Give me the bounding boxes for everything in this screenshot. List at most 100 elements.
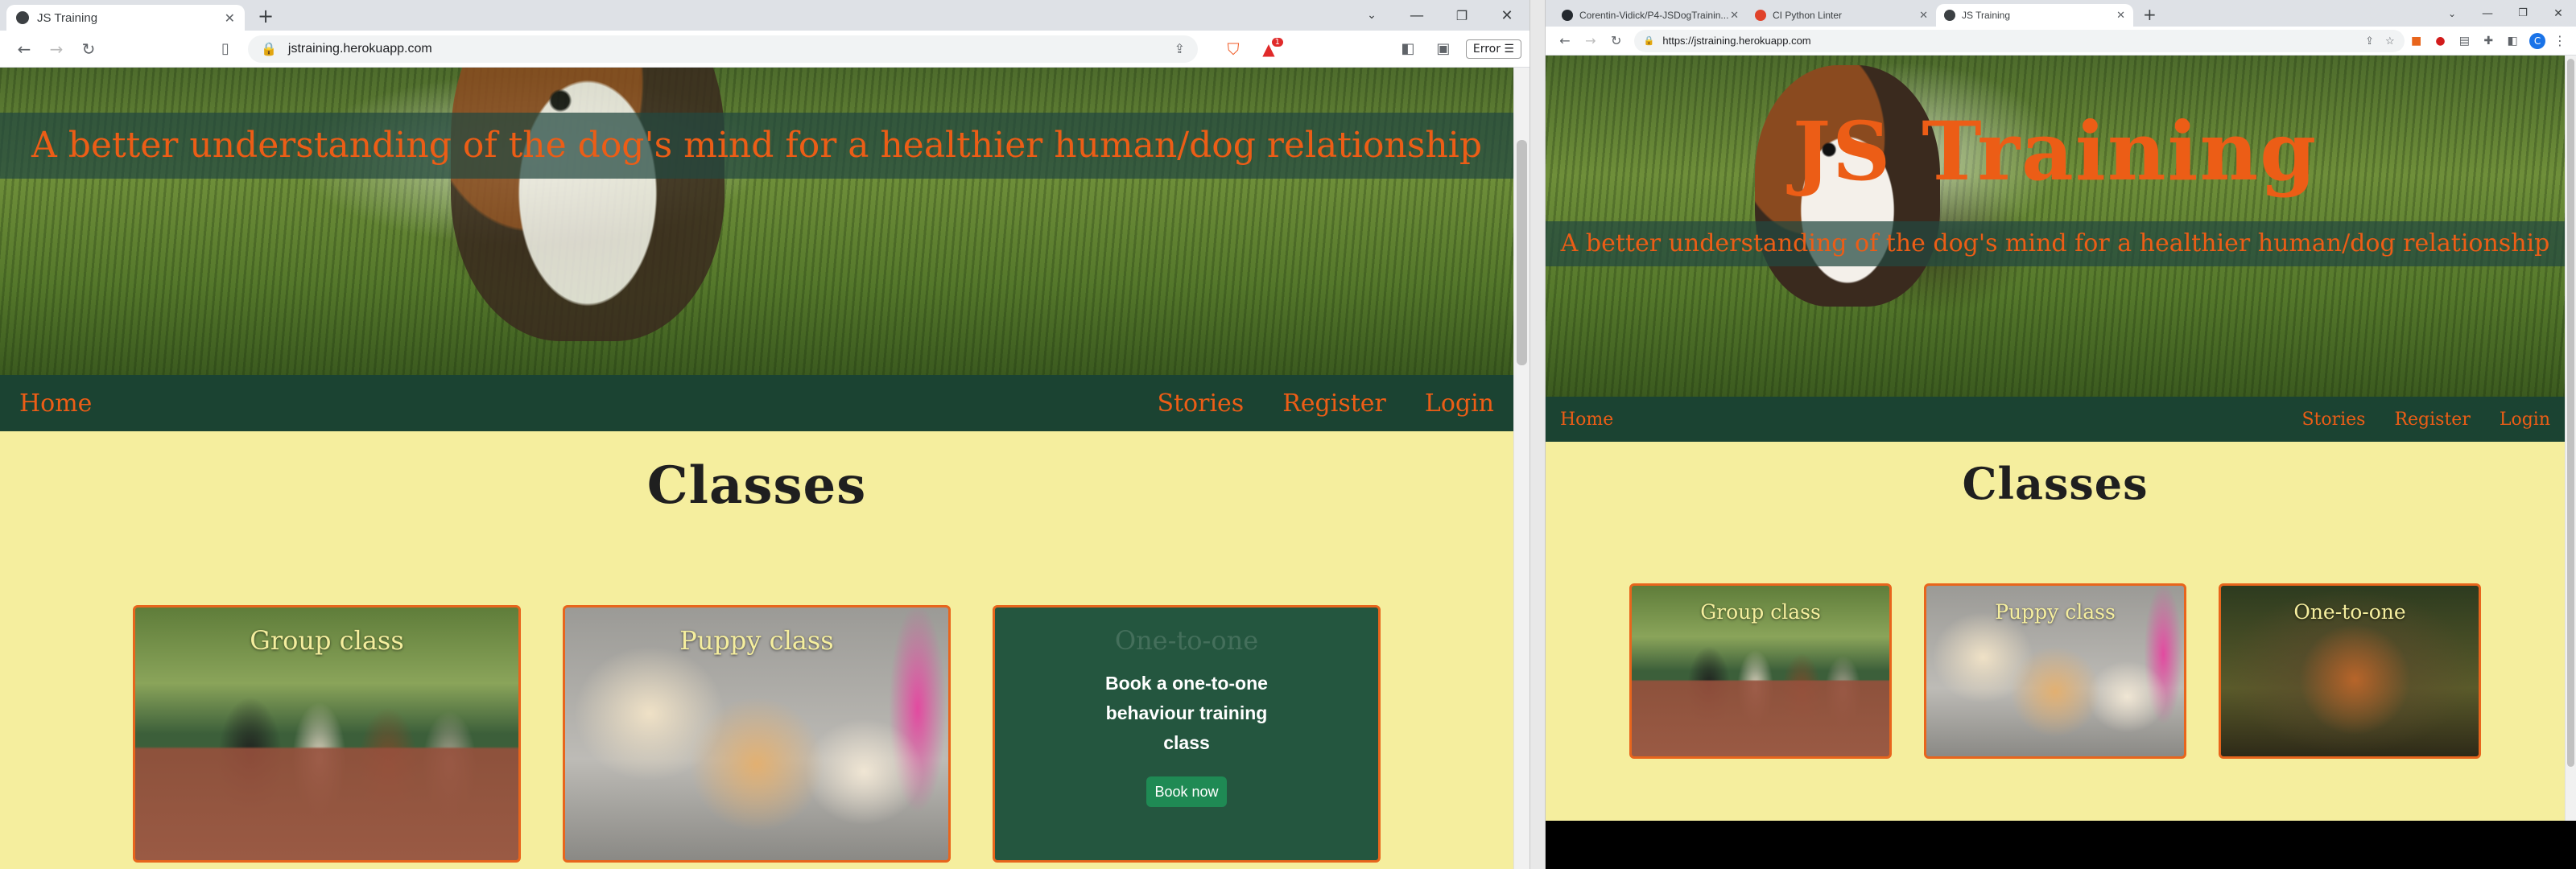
card-title: Group class xyxy=(1700,600,1821,624)
class-card-puppy[interactable]: Puppy class xyxy=(1924,583,2186,759)
card-title: One-to-one xyxy=(2293,600,2406,624)
tab-search-icon[interactable]: ⌄ xyxy=(1349,9,1394,22)
nav-stories-link[interactable]: Stories xyxy=(1157,389,1244,418)
close-icon[interactable]: ✕ xyxy=(1484,7,1530,24)
book-now-button[interactable]: Book now xyxy=(1146,776,1227,807)
nav-stories-link[interactable]: Stories xyxy=(2301,410,2365,430)
error-label: Error xyxy=(1472,42,1501,56)
sidebar-icon[interactable]: ◧ xyxy=(1390,40,1426,57)
nav-register-link[interactable]: Register xyxy=(2394,410,2470,430)
close-icon[interactable]: ✕ xyxy=(2541,7,2576,20)
wallet-icon[interactable]: ▣ xyxy=(1426,40,1461,57)
tagline: A better understanding of the dog's mind… xyxy=(1560,229,2550,257)
extension-icon[interactable]: ▤ xyxy=(2452,35,2476,47)
hero-banner: A better understanding of the dog's mind… xyxy=(0,68,1513,375)
bookmark-icon[interactable]: ▯ xyxy=(209,40,242,57)
tab-js-training[interactable]: JS Training ✕ xyxy=(1936,4,2133,27)
reload-icon[interactable]: ↻ xyxy=(72,39,105,59)
scrollbar-thumb[interactable] xyxy=(2567,59,2574,767)
nav-home-link[interactable]: Home xyxy=(19,389,92,418)
classes-heading: Classes xyxy=(646,455,867,516)
dog-photo xyxy=(451,68,724,341)
class-card-one-to-one-hover[interactable]: One-to-one Book a one-to-one behaviour t… xyxy=(993,605,1381,863)
tab-github[interactable]: Corentin-Vidick/P4-JSDogTrainin... ✕ xyxy=(1554,4,1747,27)
class-card-puppy[interactable]: Puppy class xyxy=(563,605,951,863)
close-icon[interactable]: ✕ xyxy=(1730,10,1739,22)
nav-register-link[interactable]: Register xyxy=(1282,389,1386,418)
card-title: Puppy class xyxy=(1995,600,2116,624)
reload-icon[interactable]: ↻ xyxy=(1604,33,1629,48)
card-description-line: behaviour training xyxy=(1105,702,1268,723)
minimize-icon[interactable]: — xyxy=(1394,7,1439,24)
maximize-icon[interactable]: ❐ xyxy=(1439,8,1484,23)
window-divider xyxy=(1530,0,1546,869)
tagline-band: A better understanding of the dog's mind… xyxy=(0,113,1513,179)
main-nav: Home Stories Register Login xyxy=(1546,397,2565,442)
left-browser-window: JS Training ✕ + ⌄ — ❐ ✕ ← → ↻ ▯ 🔒 jstrai… xyxy=(0,0,1530,869)
class-card-group[interactable]: Group class xyxy=(133,605,521,863)
tab-search-icon[interactable]: ⌄ xyxy=(2434,8,2470,19)
close-icon[interactable]: ✕ xyxy=(1919,10,1928,22)
page-scrollbar[interactable] xyxy=(2565,56,2576,821)
profile-avatar[interactable]: C xyxy=(2529,32,2546,49)
classes-cards: Group class Puppy class One-to-one Book … xyxy=(0,605,1513,863)
nav-login-link[interactable]: Login xyxy=(2500,410,2550,430)
card-description-line: class xyxy=(1163,732,1210,753)
card-title: One-to-one xyxy=(1114,625,1259,656)
extensions-icon[interactable]: ✚ xyxy=(2476,35,2500,47)
ci-linter-icon xyxy=(1755,10,1766,21)
error-button[interactable]: Error ☰ xyxy=(1465,39,1521,59)
more-icon[interactable]: ⋮ xyxy=(2550,33,2570,48)
tagline-band: A better understanding of the dog's mind… xyxy=(1546,221,2565,266)
brave-shield-icon[interactable]: ⛉ xyxy=(1216,39,1251,59)
card-title: Puppy class xyxy=(679,625,834,656)
card-description-line: Book a one-to-one xyxy=(1105,673,1268,694)
extension-icon[interactable]: ● xyxy=(2429,35,2453,47)
new-tab-button[interactable]: + xyxy=(245,5,287,31)
notification-badge: 1 xyxy=(1271,37,1283,47)
nav-home-link[interactable]: Home xyxy=(1560,410,1613,430)
address-bar[interactable]: 🔒 https://jstraining.herokuapp.com ⇪ ☆ xyxy=(1633,29,2405,52)
close-icon[interactable]: ✕ xyxy=(2116,10,2125,22)
tagline: A better understanding of the dog's mind… xyxy=(31,125,1482,166)
right-browser-window: Corentin-Vidick/P4-JSDogTrainin... ✕ CI … xyxy=(1546,0,2576,869)
extension-icon[interactable]: ■ xyxy=(2405,35,2429,47)
site-title: JS Training xyxy=(1792,104,2318,199)
right-webpage: JS Training A better understanding of th… xyxy=(1546,56,2565,821)
left-tab-strip: JS Training ✕ + ⌄ — ❐ ✕ xyxy=(0,0,1530,31)
class-card-group[interactable]: Group class xyxy=(1629,583,1892,759)
scrollbar-thumb[interactable] xyxy=(1517,140,1527,365)
sidebar-icon[interactable]: ◧ xyxy=(2500,35,2524,47)
minimize-icon[interactable]: — xyxy=(2470,7,2505,20)
forward-arrow-icon[interactable]: → xyxy=(1578,33,1604,48)
left-toolbar: ← → ↻ ▯ 🔒 jstraining.herokuapp.com ⇪ ⛉ ▲… xyxy=(0,31,1530,68)
tab-js-training[interactable]: JS Training ✕ xyxy=(6,5,245,31)
maximize-icon[interactable]: ❐ xyxy=(2505,7,2541,19)
back-arrow-icon[interactable]: ← xyxy=(1552,33,1578,48)
class-card-one-to-one[interactable]: One-to-one xyxy=(2219,583,2481,759)
page-scrollbar[interactable] xyxy=(1513,68,1530,869)
nav-login-link[interactable]: Login xyxy=(1425,389,1494,418)
close-icon[interactable]: ✕ xyxy=(225,10,235,26)
hero-banner: JS Training A better understanding of th… xyxy=(1546,56,2565,397)
window-controls: ⌄ — ❐ ✕ xyxy=(1349,0,1530,31)
tab-title: CI Python Linter xyxy=(1773,10,1843,21)
back-arrow-icon[interactable]: ← xyxy=(8,39,40,59)
github-icon xyxy=(1562,10,1573,21)
forward-arrow-icon[interactable]: → xyxy=(40,39,72,59)
share-icon[interactable]: ⇪ xyxy=(1174,41,1185,57)
url-text: jstraining.herokuapp.com xyxy=(287,41,432,56)
site-favicon-icon xyxy=(1944,10,1955,21)
new-tab-button[interactable]: + xyxy=(2133,5,2166,27)
tab-ci-python-linter[interactable]: CI Python Linter ✕ xyxy=(1747,4,1936,27)
address-bar[interactable]: 🔒 jstraining.herokuapp.com ⇪ xyxy=(248,35,1198,63)
tab-title: JS Training xyxy=(37,10,98,25)
brave-rewards-icon[interactable]: ▲ 1 xyxy=(1251,37,1286,59)
star-icon[interactable]: ☆ xyxy=(2385,35,2395,47)
classes-cards: Group class Puppy class One-to-one xyxy=(1546,583,2565,759)
left-webpage: A better understanding of the dog's mind… xyxy=(0,68,1513,869)
url-text: https://jstraining.herokuapp.com xyxy=(1662,35,1811,47)
page-bottom-black-area xyxy=(1546,821,2576,869)
classes-heading: Classes xyxy=(1962,458,2149,509)
share-icon[interactable]: ⇪ xyxy=(2365,35,2374,47)
